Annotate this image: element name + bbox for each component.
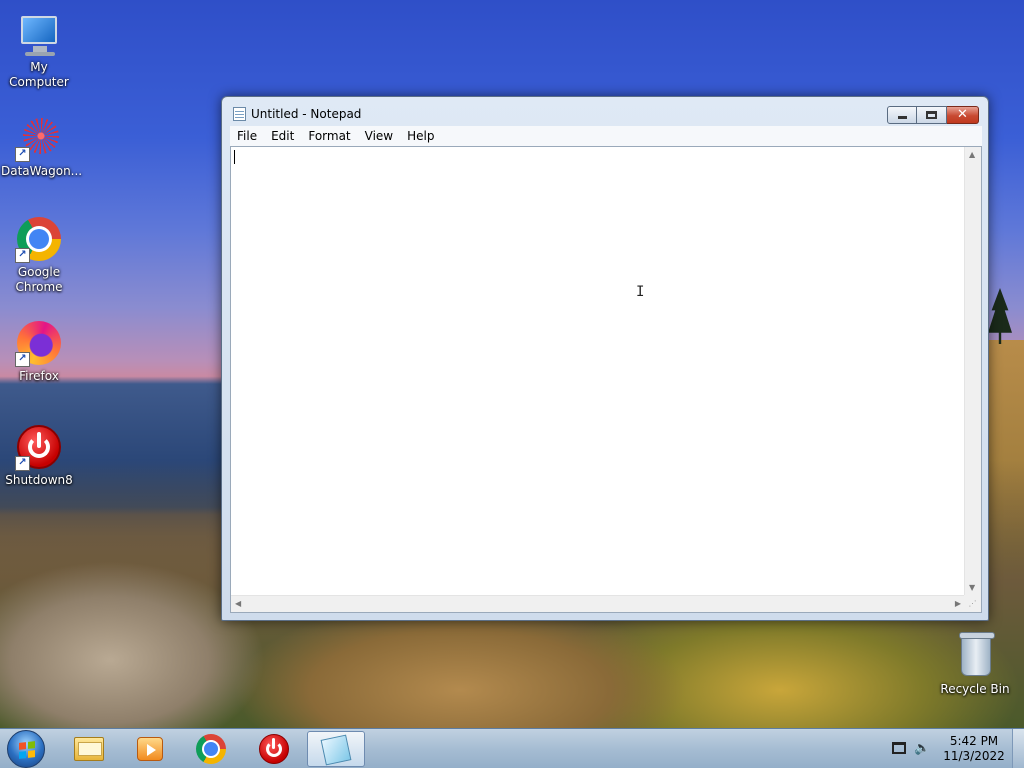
power-icon [259,734,289,764]
window-controls: ✕ [887,106,979,124]
desktop-icon-my-computer[interactable]: My Computer [1,10,77,90]
menu-format[interactable]: Format [301,126,357,146]
media-player-icon [137,737,163,761]
edit-area: I ▲ ▼ ◀ ▶ ⋰ [230,146,982,613]
minimize-button[interactable] [887,106,917,124]
menu-file[interactable]: File [230,126,264,146]
taskbar-notepad[interactable] [307,731,365,767]
menu-help[interactable]: Help [400,126,441,146]
desktop-icon-shutdown8[interactable]: ↗ Shutdown8 [1,423,77,488]
desktop-icon-label: DataWagon... [1,164,83,178]
show-desktop-button[interactable] [1012,729,1024,768]
desktop-icon-label: My Computer [9,60,69,89]
taskbar-chrome[interactable] [182,731,240,767]
volume-icon[interactable]: 🔈 [914,741,930,756]
text-editor[interactable] [231,147,965,596]
datawagon-icon: ↗ [15,114,63,162]
notepad-window[interactable]: Untitled - Notepad ✕ File Edit Format Vi… [221,96,989,621]
title-bar[interactable]: Untitled - Notepad ✕ [222,97,988,125]
taskbar-media-player[interactable] [120,731,178,767]
windows-logo-icon [19,741,35,759]
close-icon: ✕ [957,107,968,122]
taskbar: 🔈 5:42 PM 11/3/2022 [0,728,1024,768]
scroll-left-icon[interactable]: ◀ [235,599,241,609]
recycle-bin-icon [951,632,999,680]
system-clock[interactable]: 5:42 PM 11/3/2022 [935,734,1013,764]
shortcut-arrow-icon: ↗ [15,456,30,471]
menu-edit[interactable]: Edit [264,126,301,146]
clock-date: 11/3/2022 [943,749,1005,763]
maximize-button[interactable] [917,106,947,124]
menu-view[interactable]: View [358,126,400,146]
horizontal-scrollbar[interactable]: ◀ ▶ [231,595,965,612]
windows-explorer-icon [74,737,104,761]
desktop-icon-recycle-bin[interactable]: Recycle Bin [937,632,1013,697]
desktop-icon-label: Firefox [19,369,59,383]
minimize-icon [898,116,907,119]
taskbar-shutdown8[interactable] [245,731,303,767]
taskbar-windows-explorer[interactable] [60,731,118,767]
desktop-icon-label: Google Chrome [15,265,63,294]
firefox-icon: ↗ [15,319,63,367]
shortcut-arrow-icon: ↗ [15,248,30,263]
notepad-icon[interactable] [233,107,246,121]
desktop-icon-label: Recycle Bin [940,682,1010,696]
menu-bar: File Edit Format View Help [230,126,982,146]
vertical-scrollbar[interactable]: ▲ ▼ [964,147,981,596]
desktop-icon-google-chrome[interactable]: ↗ Google Chrome [1,215,77,295]
text-caret [234,150,235,164]
ibeam-cursor-icon: I [636,284,645,300]
window-title: Untitled - Notepad [251,107,362,121]
scroll-up-icon[interactable]: ▲ [969,150,975,160]
shortcut-arrow-icon: ↗ [15,352,30,367]
notepad-icon [320,734,352,766]
scroll-right-icon[interactable]: ▶ [955,599,961,609]
maximize-icon [926,111,937,119]
desktop-icon-label: Shutdown8 [5,473,73,487]
chrome-icon: ↗ [15,215,63,263]
network-icon[interactable] [892,742,906,754]
close-button[interactable]: ✕ [947,106,979,124]
power-icon: ↗ [15,423,63,471]
clock-time: 5:42 PM [949,734,999,748]
desktop-icon-firefox[interactable]: ↗ Firefox [1,319,77,384]
chrome-icon [196,734,226,764]
start-button[interactable] [7,730,45,768]
shortcut-arrow-icon: ↗ [15,147,30,162]
scroll-down-icon[interactable]: ▼ [969,583,975,593]
desktop-icon-datawagon[interactable]: ↗ DataWagon... [1,114,83,179]
resize-grip-icon[interactable]: ⋰ [964,595,981,612]
computer-icon [15,10,63,58]
background-tree [988,288,1012,344]
